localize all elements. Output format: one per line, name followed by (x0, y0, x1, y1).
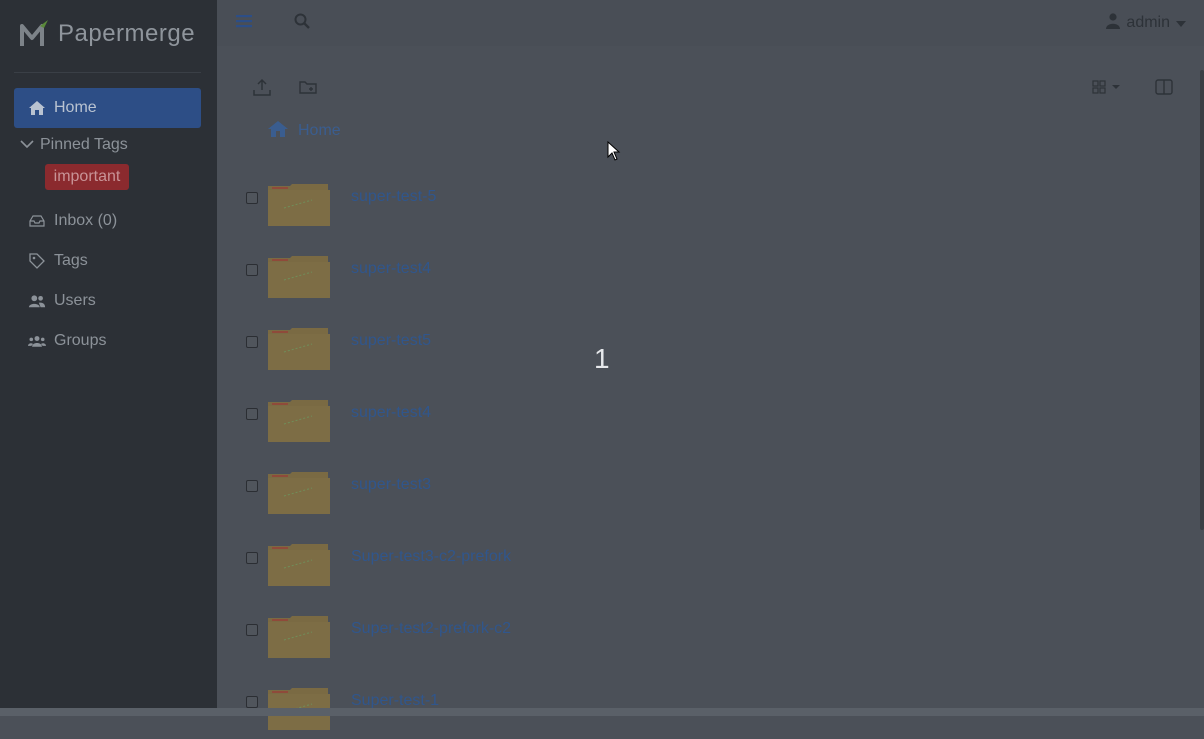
sidebar-item-label: Tags (54, 252, 88, 269)
papermerge-logo-icon (18, 18, 50, 50)
pinned-tags-label: Pinned Tags (40, 136, 128, 153)
folder-name-link[interactable]: super-test5 (351, 332, 431, 350)
sidebar-item-label: Home (54, 99, 97, 116)
folder-row[interactable]: super-test4 (244, 400, 944, 450)
brand[interactable]: Papermerge (18, 16, 195, 52)
sidebar: Papermerge Home Pinned Tags important In… (0, 0, 217, 716)
folder-name-link[interactable]: Super-test2-prefork-c2 (351, 620, 511, 638)
row-checkbox[interactable] (246, 192, 258, 204)
sidebar-item-home[interactable]: Home (14, 88, 201, 128)
caret-down-icon (1176, 14, 1186, 32)
pinned-tag-important[interactable]: important (45, 164, 129, 190)
row-checkbox[interactable] (246, 624, 258, 636)
home-icon[interactable] (268, 120, 288, 142)
brand-name: Papermerge (58, 20, 196, 47)
folder-icon[interactable] (266, 180, 332, 235)
columns-icon (1155, 78, 1173, 100)
search-button[interactable] (291, 12, 313, 34)
sidebar-item-label: Inbox (0) (54, 212, 118, 229)
tag-icon (28, 253, 46, 269)
bottom-scrollbar[interactable] (0, 708, 1204, 716)
folder-row[interactable]: super-test4 (244, 256, 944, 306)
upload-button[interactable] (247, 74, 277, 104)
chevron-down-icon (20, 136, 34, 154)
folder-icon[interactable] (266, 468, 332, 523)
row-checkbox[interactable] (246, 552, 258, 564)
view-mode-dropdown[interactable] (1087, 74, 1125, 104)
inbox-icon (28, 215, 46, 227)
row-checkbox[interactable] (246, 264, 258, 276)
user-icon (1106, 12, 1121, 34)
breadcrumb-home-link[interactable]: Home (298, 122, 341, 140)
row-checkbox[interactable] (246, 408, 258, 420)
folder-name-link[interactable]: super-test4 (351, 404, 431, 422)
main-content (217, 54, 1204, 708)
row-checkbox[interactable] (246, 480, 258, 492)
folder-row[interactable]: Super-test3-c2-prefork (244, 544, 944, 594)
folder-row[interactable]: Super-test2-prefork-c2 (244, 616, 944, 666)
divider (14, 72, 201, 73)
sidebar-toggle-button[interactable] (233, 12, 255, 34)
folder-name-link[interactable]: super-test3 (351, 476, 431, 494)
sidebar-item-tags[interactable]: Tags (14, 241, 201, 281)
mouse-cursor-icon (607, 140, 621, 166)
sidebar-item-users[interactable]: Users (14, 281, 201, 321)
search-icon (294, 13, 310, 34)
user-menu[interactable]: admin (1106, 12, 1186, 34)
bars-icon (236, 14, 252, 33)
sidebar-item-groups[interactable]: Groups (14, 321, 201, 361)
folder-name-link[interactable]: super-test4 (351, 260, 431, 278)
folder-name-link[interactable]: super-test-5 (351, 188, 436, 206)
folder-name-link[interactable]: Super-test3-c2-prefork (351, 548, 511, 566)
sidebar-item-label: Groups (54, 332, 107, 349)
home-icon (28, 101, 46, 115)
folder-icon[interactable] (266, 324, 332, 379)
upload-icon (253, 78, 271, 101)
folder-row[interactable]: super-test-5 (244, 184, 944, 234)
folder-plus-icon (299, 79, 317, 100)
groups-icon (28, 334, 46, 348)
breadcrumb: Home (268, 120, 341, 142)
overlay-number: 1 (594, 343, 610, 374)
sidebar-item-inbox[interactable]: Inbox (0) (14, 201, 201, 241)
split-panel-button[interactable] (1149, 74, 1179, 104)
sidebar-item-label: Users (54, 292, 96, 309)
row-checkbox[interactable] (246, 696, 258, 708)
row-checkbox[interactable] (246, 336, 258, 348)
grid-icon (1092, 79, 1120, 99)
top-navbar: admin (217, 0, 1204, 46)
folder-icon[interactable] (266, 252, 332, 307)
new-folder-button[interactable] (293, 74, 323, 104)
users-icon (28, 294, 46, 308)
folder-icon[interactable] (266, 612, 332, 667)
user-name: admin (1126, 14, 1170, 31)
folder-icon[interactable] (266, 540, 332, 595)
scrollbar[interactable] (1200, 70, 1204, 530)
folder-icon[interactable] (266, 396, 332, 451)
pinned-tags-toggle[interactable]: Pinned Tags (20, 134, 128, 156)
folder-row[interactable]: super-test3 (244, 472, 944, 522)
